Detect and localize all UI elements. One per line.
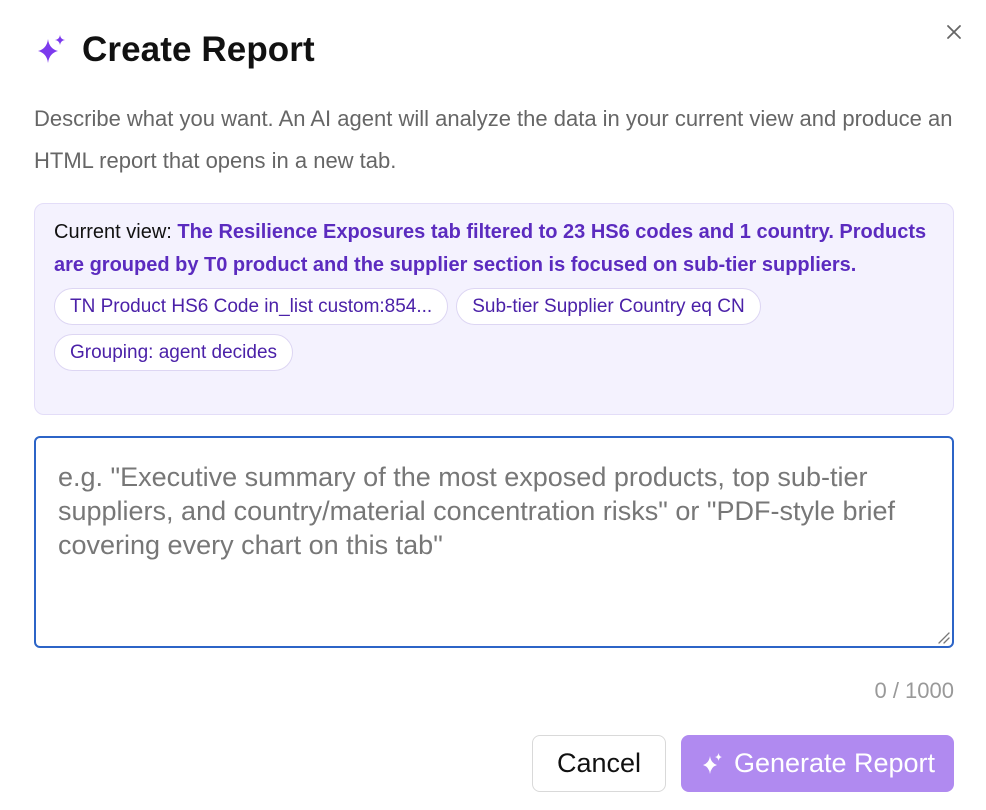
filter-chips: TN Product HS6 Code in_list custom:854..… [54,288,934,371]
generate-report-button[interactable]: Generate Report [681,735,954,792]
dialog-header: Create Report [34,30,315,70]
cancel-button[interactable]: Cancel [532,735,666,792]
close-icon [947,25,961,39]
prompt-field-container [34,436,954,648]
sparkle-icon [38,35,65,63]
current-view-panel: Current view: The Resilience Exposures t… [34,203,954,415]
filter-chip-hs6-code: TN Product HS6 Code in_list custom:854..… [54,288,449,325]
current-view-description: The Resilience Exposures tab filtered to… [54,221,927,276]
resize-handle-icon[interactable] [936,630,950,644]
character-count: 0 / 1000 [874,678,954,703]
report-prompt-input[interactable] [36,438,952,646]
filter-chip-grouping: Grouping: agent decides [54,334,294,371]
dialog-description: Describe what you want. An AI agent will… [34,106,953,173]
create-report-dialog: Create Report Describe what you want. An… [0,0,986,810]
generate-report-label: Generate Report [733,748,936,778]
close-button[interactable] [940,18,968,46]
current-view-text: Current view: The Resilience Exposures t… [54,216,934,282]
current-view-label: Current view: [54,221,172,243]
filter-chip-supplier-country: Sub-tier Supplier Country eq CN [456,288,761,325]
sparkle-icon [702,752,722,774]
dialog-title: Create Report [82,30,315,69]
